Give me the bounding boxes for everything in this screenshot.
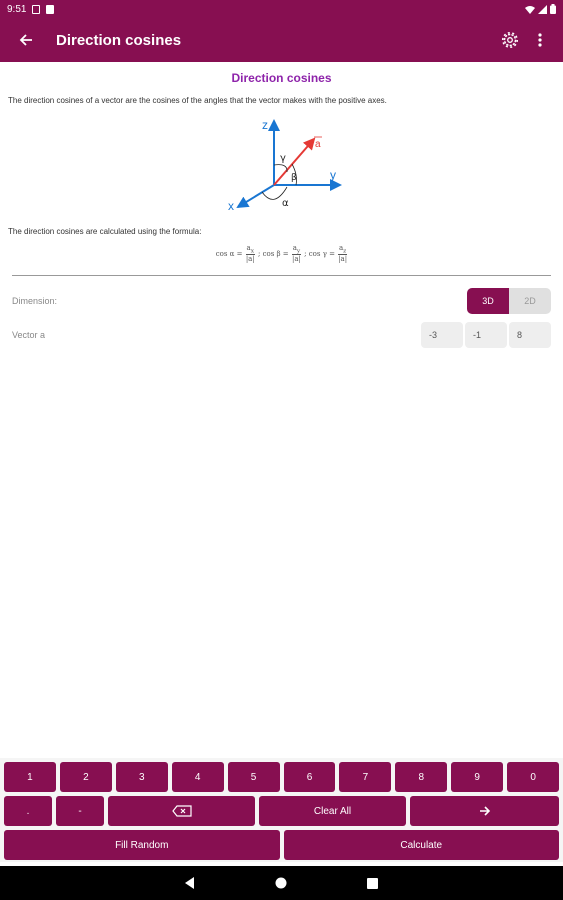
key-dot[interactable]: . xyxy=(4,796,52,826)
battery-icon xyxy=(550,4,556,14)
x-axis xyxy=(235,184,275,209)
formula-denominator: |a| xyxy=(245,255,255,264)
wifi-icon xyxy=(525,5,535,14)
app-bar: Direction cosines xyxy=(0,18,563,62)
formula-subscript: y xyxy=(296,248,301,255)
formula-intro: The direction cosines are calculated usi… xyxy=(8,227,202,236)
dimension-option-2d[interactable]: 2D xyxy=(509,288,551,315)
vector-label: a xyxy=(315,139,321,150)
calculate-button[interactable]: Calculate xyxy=(283,830,559,860)
vector-z-input[interactable]: 8 xyxy=(509,322,551,349)
gamma-label: γ xyxy=(280,153,286,164)
nav-back-button[interactable] xyxy=(185,877,195,889)
system-nav-bar xyxy=(0,866,563,900)
divider xyxy=(12,275,551,277)
nav-recents-button[interactable] xyxy=(367,877,378,889)
shield-icon xyxy=(32,4,41,14)
nav-home-button[interactable] xyxy=(275,877,287,889)
vector-row: Vector a -3 -1 8 xyxy=(0,318,563,352)
status-time: 9:51 xyxy=(7,3,27,15)
description-text: The direction cosines of a vector are th… xyxy=(8,96,387,105)
formula: cos α = ax |a| ; cos β = ay |a| ; cos γ … xyxy=(0,244,563,263)
key-1[interactable]: 1 xyxy=(4,762,56,792)
keyboard-bottom-row: Fill Random Calculate xyxy=(4,830,559,860)
keyboard-digit-row: 1 2 3 4 5 6 7 8 9 0 xyxy=(4,762,560,792)
formula-denominator: |a| xyxy=(338,255,348,264)
custom-keyboard: 1 2 3 4 5 6 7 8 9 0 . - Clear All Fill R… xyxy=(0,758,563,862)
formula-cos-gamma: ; cos γ = xyxy=(304,249,335,258)
status-bar: 9:51 xyxy=(0,0,563,18)
key-3[interactable]: 3 xyxy=(115,762,168,792)
formula-subscript: z xyxy=(343,248,347,255)
formula-fraction-y: ay |a| xyxy=(291,244,302,264)
settings-button[interactable] xyxy=(495,18,525,62)
formula-fraction-x: ax |a| xyxy=(245,244,255,264)
x-axis-label: x xyxy=(228,199,234,213)
direction-cosines-diagram: z y x a γ β α xyxy=(228,118,342,213)
formula-cos-beta: ; cos β = xyxy=(258,249,289,258)
formula-denominator: |a| xyxy=(291,255,301,264)
back-button[interactable] xyxy=(0,18,52,62)
signal-icon xyxy=(538,4,547,14)
beta-label: β xyxy=(291,173,297,183)
key-8[interactable]: 8 xyxy=(395,762,448,792)
back-triangle-icon xyxy=(185,877,194,889)
sd-card-icon xyxy=(46,4,55,14)
z-axis-label: z xyxy=(262,118,268,132)
vector-y-input[interactable]: -1 xyxy=(465,322,507,349)
page-title: Direction cosines xyxy=(56,31,182,49)
vector-inputs: -3 -1 8 xyxy=(421,322,551,349)
formula-fraction-z: az |a| xyxy=(337,244,348,264)
y-axis-label: y xyxy=(330,168,336,182)
key-9[interactable]: 9 xyxy=(451,762,504,792)
backspace-button[interactable] xyxy=(108,796,255,826)
key-0[interactable]: 0 xyxy=(507,762,560,792)
key-minus[interactable]: - xyxy=(56,796,104,826)
key-4[interactable]: 4 xyxy=(171,762,224,792)
settings-gear-icon xyxy=(502,32,518,48)
key-2[interactable]: 2 xyxy=(59,762,112,792)
more-vertical-icon xyxy=(538,33,542,47)
dimension-toggle: 3D 2D xyxy=(467,288,551,315)
backspace-icon xyxy=(171,805,192,817)
formula-subscript: x xyxy=(250,248,254,255)
arrow-right-icon xyxy=(479,806,490,816)
vector-x-input[interactable]: -3 xyxy=(421,322,463,349)
key-5[interactable]: 5 xyxy=(227,762,280,792)
dimension-row: Dimension: 3D 2D xyxy=(0,284,563,318)
clear-all-button[interactable]: Clear All xyxy=(259,796,406,826)
section-heading: Direction cosines xyxy=(231,71,332,85)
next-button[interactable] xyxy=(410,796,559,826)
more-options-button[interactable] xyxy=(525,18,555,62)
back-arrow-icon xyxy=(19,34,32,46)
key-7[interactable]: 7 xyxy=(339,762,392,792)
keyboard-action-row: . - Clear All xyxy=(4,796,559,826)
home-circle-icon xyxy=(275,877,287,889)
recents-square-icon xyxy=(367,877,378,889)
content: Direction cosines The direction cosines … xyxy=(0,62,563,352)
alpha-label: α xyxy=(282,198,289,209)
key-6[interactable]: 6 xyxy=(283,762,336,792)
formula-cos-alpha: cos α = xyxy=(215,249,243,258)
vector-label-text: Vector a xyxy=(12,330,46,341)
dimension-option-3d[interactable]: 3D xyxy=(467,288,509,315)
fill-random-button[interactable]: Fill Random xyxy=(4,830,280,860)
dimension-label: Dimension: xyxy=(12,296,58,307)
